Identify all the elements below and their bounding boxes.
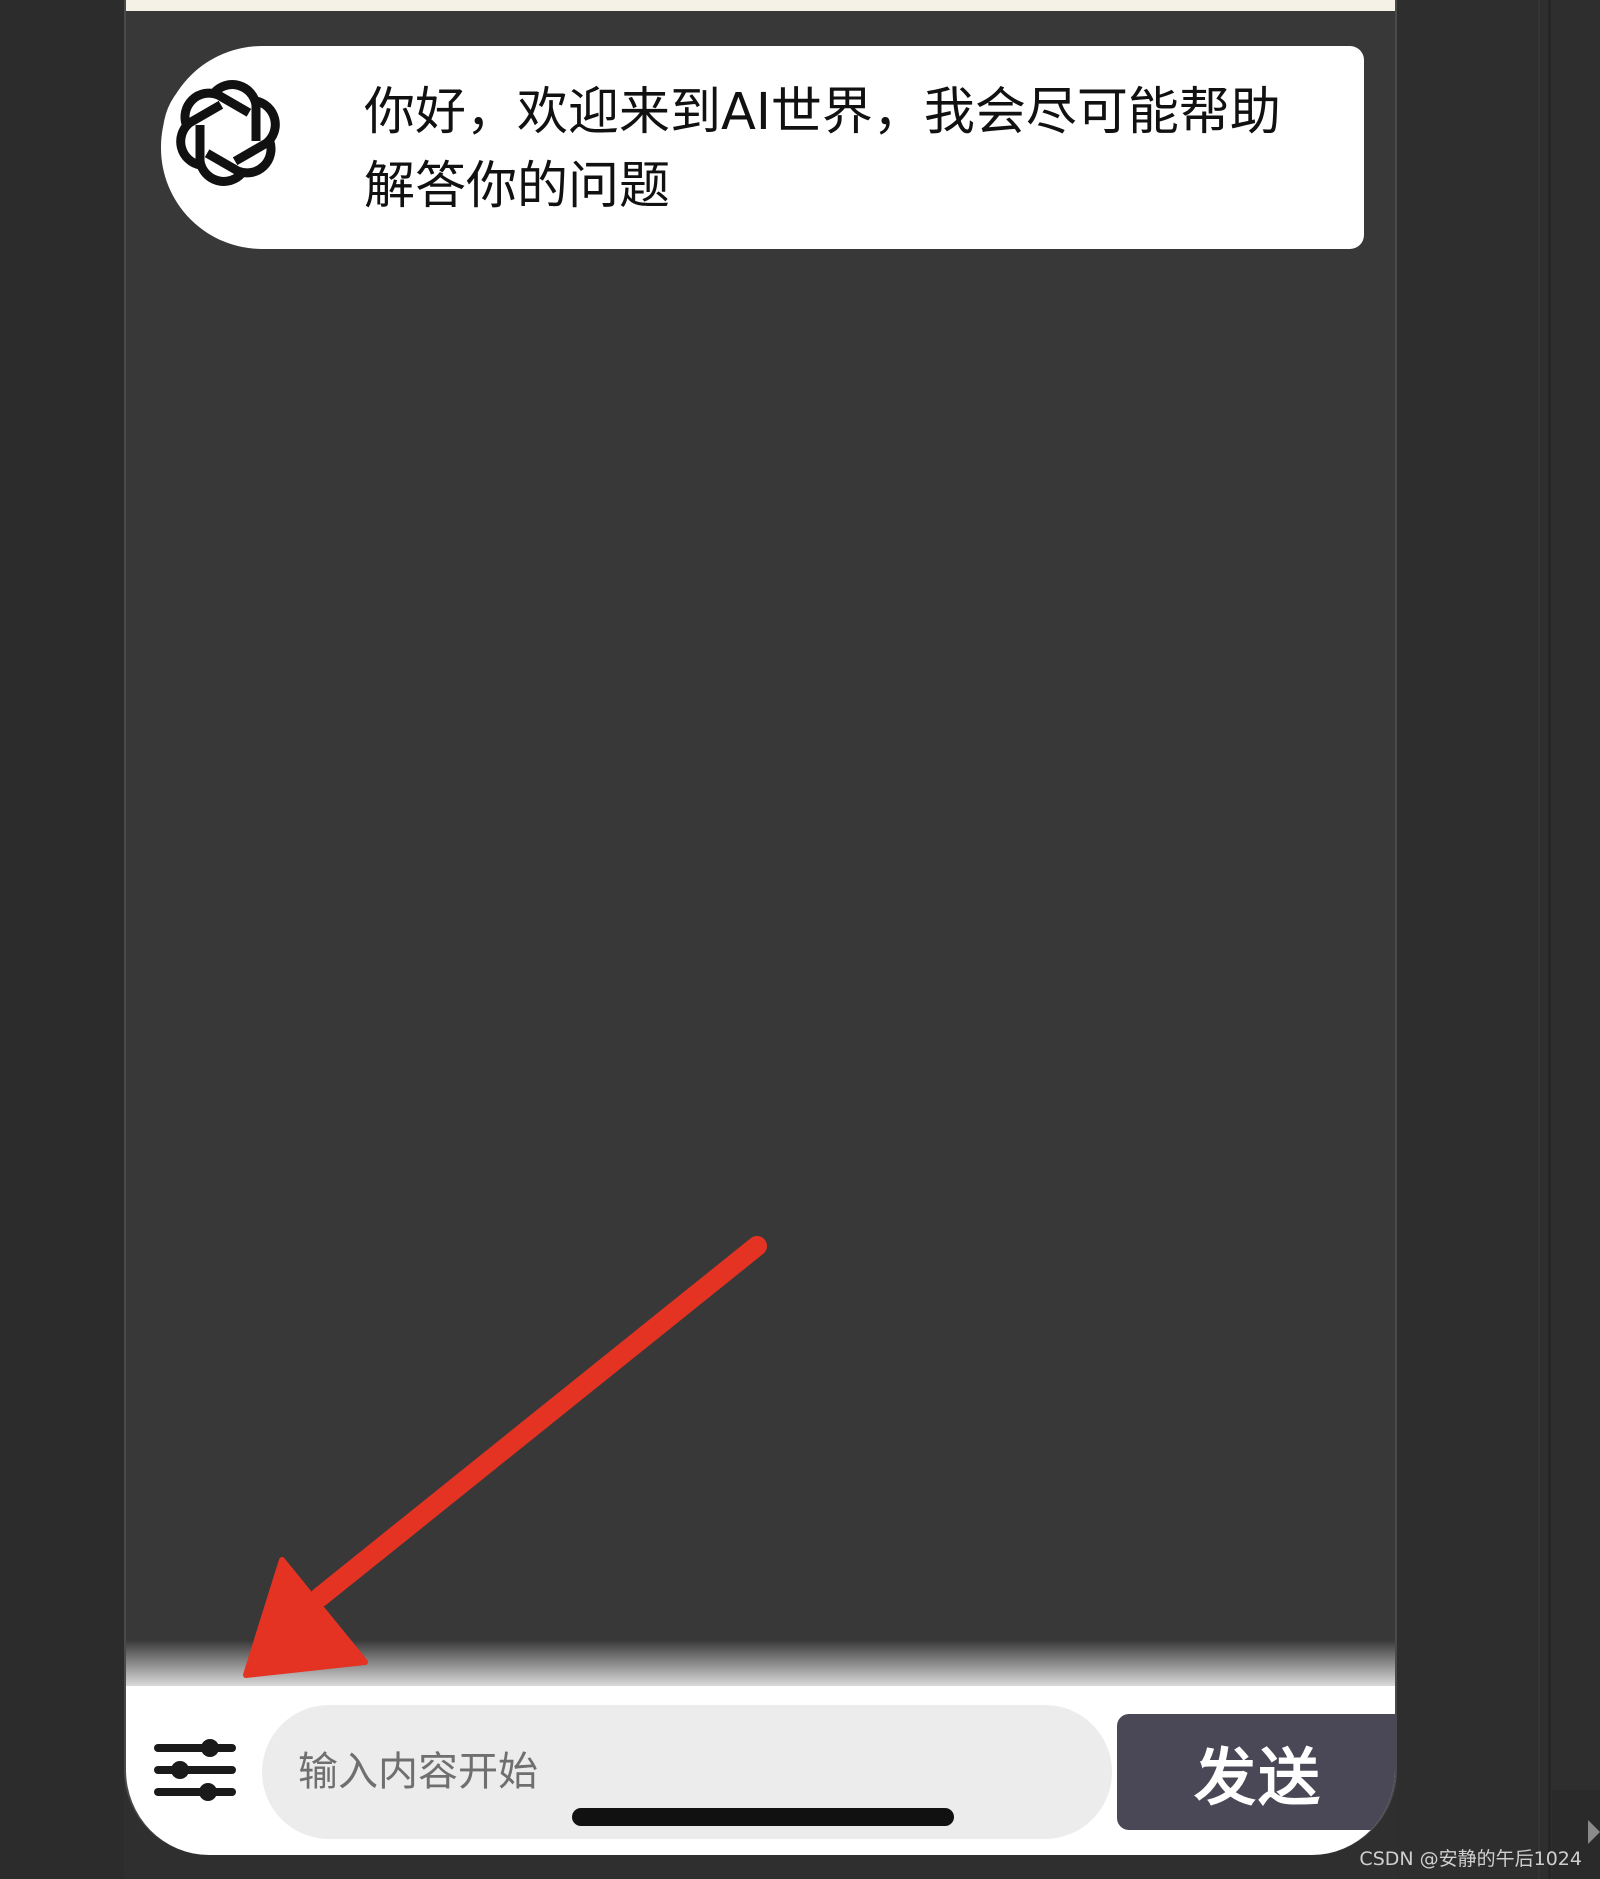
composer-bar: 发送	[126, 1686, 1395, 1855]
left-background-panel	[0, 0, 124, 1879]
expand-arrow-icon[interactable]	[1588, 1820, 1600, 1844]
screenshot-canvas: 你好，欢迎来到AI世界，我会尽可能帮助解答你的问题 输入内容开始 发送 CSDN…	[0, 0, 1600, 1879]
send-button[interactable]: 发送	[1117, 1714, 1395, 1830]
editor-divider	[1538, 0, 1540, 1879]
ai-avatar	[163, 68, 293, 198]
ai-message-bubble: 你好，欢迎来到AI世界，我会尽可能帮助解答你的问题	[161, 46, 1364, 249]
header-edge	[126, 0, 1395, 11]
composer-shadow	[126, 1640, 1395, 1688]
openai-logo-icon	[176, 80, 280, 186]
phone-chat-window: 你好，欢迎来到AI世界，我会尽可能帮助解答你的问题 输入内容开始 发送	[124, 0, 1397, 1855]
sliders-icon	[154, 1739, 236, 1801]
watermark: CSDN @安静的午后1024	[1359, 1848, 1582, 1870]
home-indicator	[572, 1808, 954, 1826]
settings-button[interactable]	[154, 1736, 236, 1806]
editor-divider	[1548, 0, 1551, 1879]
right-background-panel	[1397, 0, 1600, 1879]
ai-message-text: 你好，欢迎来到AI世界，我会尽可能帮助解答你的问题	[364, 83, 1281, 216]
